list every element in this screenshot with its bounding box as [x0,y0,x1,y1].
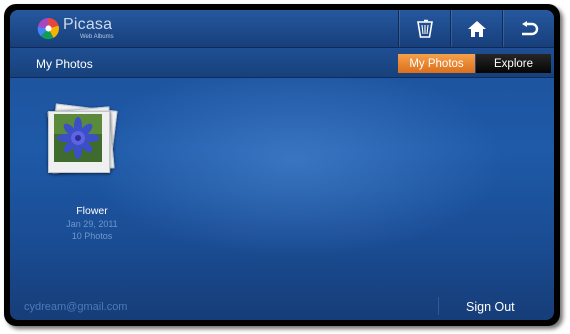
footer-divider [438,297,439,315]
section-header: My Photos My Photos Explore [10,48,554,78]
home-button[interactable] [450,10,503,47]
album-name: Flower [76,205,108,217]
album-photo-count: 10 Photos [71,231,113,241]
page-title: My Photos [36,57,93,71]
back-button[interactable] [502,10,554,47]
tab-explore[interactable]: Explore [476,54,551,73]
top-bar: Picasa Web Albums [10,10,554,48]
app-screen: Picasa Web Albums My Photos My Photos Ex… [10,10,554,320]
sign-out-button[interactable]: Sign Out [466,300,515,314]
device-frame: Picasa Web Albums My Photos My Photos Ex… [4,4,560,326]
album-date: Jan 29, 2011 [66,219,118,229]
album-thumbnail[interactable] [46,103,118,174]
trash-icon [417,19,433,38]
flower-photo [54,114,102,162]
home-icon [468,20,486,37]
back-icon [522,20,539,35]
trash-button[interactable] [398,10,451,47]
account-email: cydream@gmail.com [24,301,128,313]
app-name: Picasa [63,16,113,33]
picasa-logo [37,17,59,40]
app-subtitle: Web Albums [80,34,114,40]
tab-my-photos[interactable]: My Photos [398,54,475,73]
